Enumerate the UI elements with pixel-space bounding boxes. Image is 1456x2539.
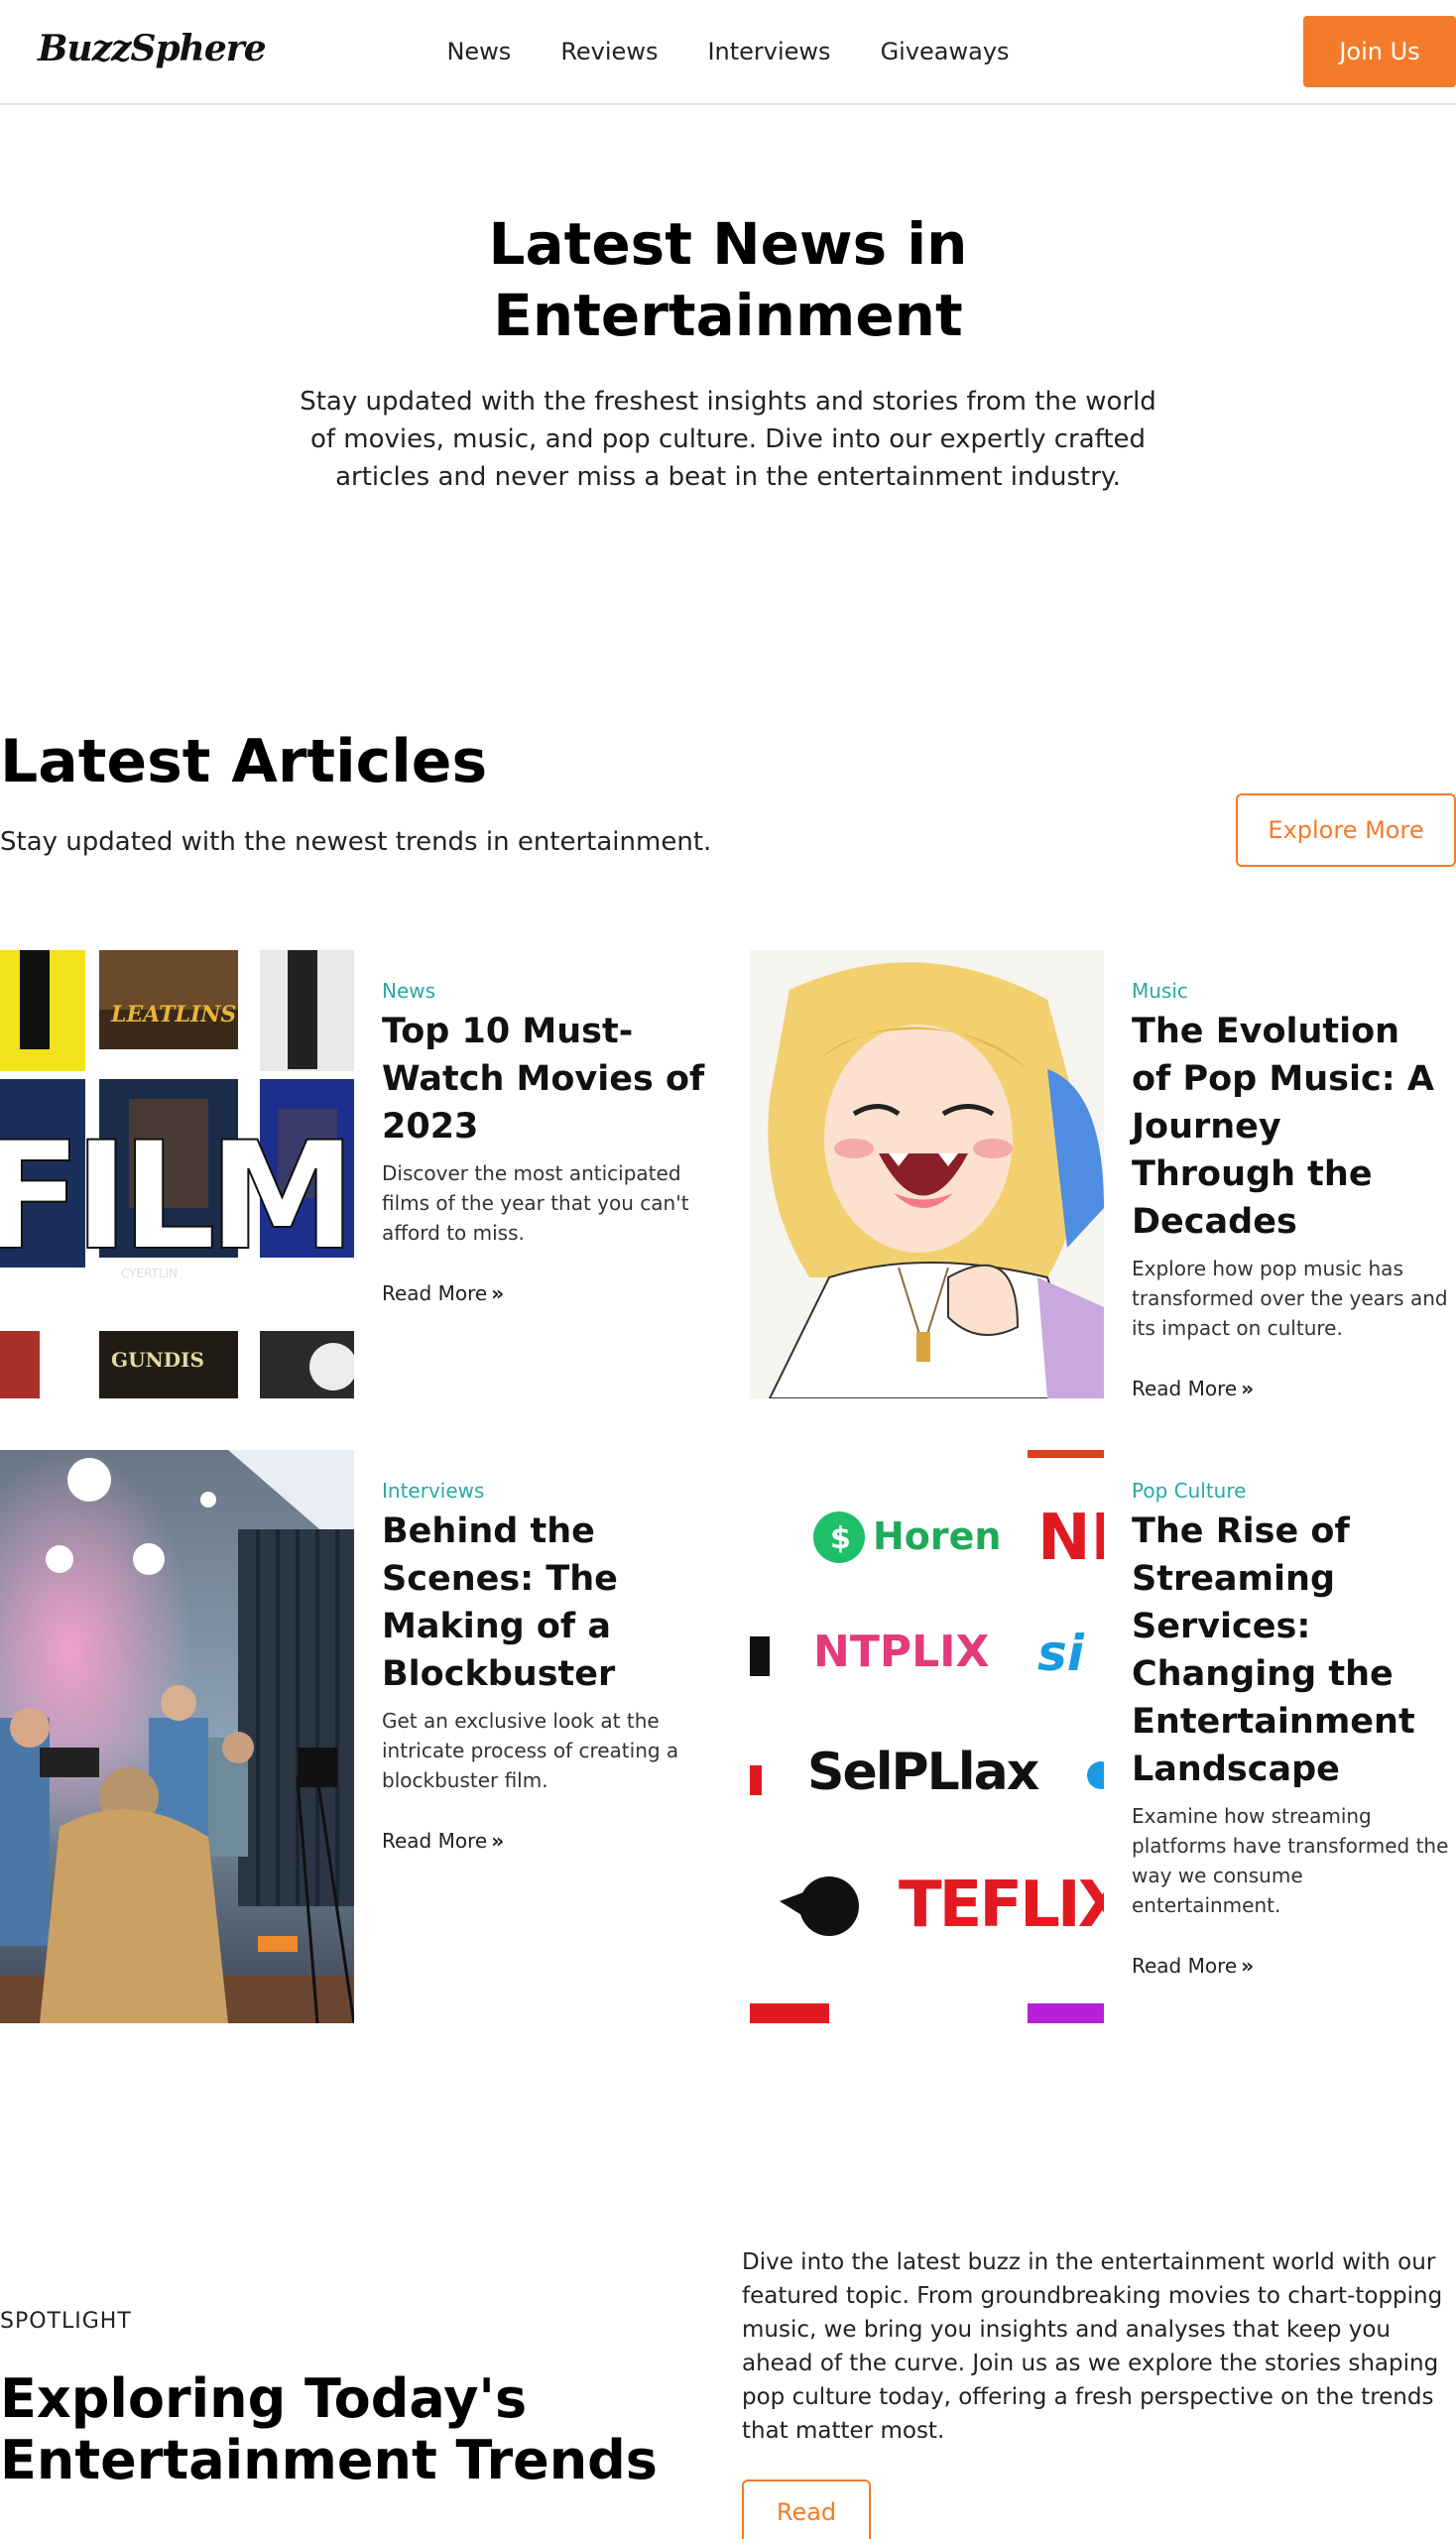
read-more-link[interactable]: Read More» [382, 1281, 504, 1305]
hero-description: Stay updated with the freshest insights … [300, 387, 1156, 492]
article-category[interactable]: News [382, 978, 709, 1004]
read-more-link[interactable]: Read More» [382, 1829, 504, 1853]
article-card-movies: LEATLINS FILMS CYERTLIN GUNDIS News Top … [0, 950, 714, 1398]
article-category[interactable]: Music [1132, 978, 1449, 1004]
svg-text:$: $ [830, 1521, 851, 1556]
nav-item-interviews[interactable]: Interviews [682, 38, 855, 65]
spotlight-label: SPOTLIGHT [0, 2309, 132, 2334]
logo-text-5: NE [1037, 1502, 1104, 1575]
double-chevron-right-icon: » [491, 1829, 505, 1853]
article-image-interviews[interactable] [0, 1450, 354, 2023]
double-chevron-right-icon: » [1241, 1954, 1255, 1978]
article-category[interactable]: Interviews [382, 1478, 709, 1504]
article-title[interactable]: Top 10 Must-Watch Movies of 2023 [382, 1008, 709, 1150]
site-header: BuzzSphere News Reviews Interviews Givea… [0, 0, 1456, 105]
article-body: News Top 10 Must-Watch Movies of 2023 Di… [382, 978, 709, 1305]
article-card-music: Music The Evolution of Pop Music: A Jour… [750, 950, 1456, 1400]
latest-articles-subtitle: Stay updated with the newest trends in e… [0, 827, 712, 857]
article-body: Pop Culture The Rise of Streaming Servic… [1132, 1478, 1456, 1978]
nav-item-news[interactable]: News [422, 38, 536, 65]
article-title[interactable]: Behind the Scenes: The Making of a Block… [382, 1508, 709, 1698]
read-more-link[interactable]: Read More» [1132, 1954, 1254, 1978]
article-category[interactable]: Pop Culture [1132, 1478, 1456, 1504]
logo-text-6: si [1037, 1625, 1085, 1682]
article-image-music[interactable] [750, 950, 1104, 1398]
hero-title: Latest News in Entertainment [488, 210, 968, 349]
article-body: Interviews Behind the Scenes: The Making… [382, 1478, 709, 1853]
anime-girl-image [750, 950, 1104, 1398]
join-us-button[interactable]: Join Us [1303, 16, 1456, 87]
latest-articles-title: Latest Articles [0, 727, 488, 796]
article-description: Get an exclusive look at the intricate p… [382, 1709, 679, 1792]
article-title[interactable]: The Rise of Streaming Services: Changing… [1132, 1508, 1456, 1793]
poster-text-2: GUNDIS [111, 1348, 204, 1372]
hero-section: Latest News in Entertainment Stay update… [0, 208, 1456, 496]
article-title[interactable]: The Evolution of Pop Music: A Journey Th… [1132, 1008, 1449, 1246]
spotlight-read-button[interactable]: Read [742, 2479, 871, 2539]
nav-item-giveaways[interactable]: Giveaways [856, 38, 1034, 65]
poster-text-1: LEATLINS [110, 1002, 236, 1028]
article-card-pop-culture: $ Horen NE NTPLIX si SelPLlax TEFLIX Pop… [750, 1450, 1456, 2023]
article-description: Examine how streaming platforms have tra… [1132, 1804, 1449, 1917]
logo-text-1: Horen [873, 1514, 1001, 1558]
read-more-link[interactable]: Read More» [1132, 1377, 1254, 1400]
explore-more-button[interactable]: Explore More [1236, 793, 1456, 867]
logo-text-2: NTPLIX [813, 1627, 989, 1677]
article-description: Explore how pop music has transformed ov… [1132, 1257, 1448, 1340]
poster-text-films: FILMS [0, 1111, 354, 1283]
film-set-image [0, 1450, 354, 2023]
spotlight-title: Exploring Today's Entertainment Trends [0, 2367, 658, 2491]
article-description: Discover the most anticipated films of t… [382, 1161, 689, 1245]
spotlight-description: Dive into the latest buzz in the enterta… [742, 2249, 1443, 2444]
double-chevron-right-icon: » [1241, 1377, 1255, 1400]
poster-text-3: CYERTLIN [121, 1267, 178, 1280]
streaming-logos-image: $ Horen NE NTPLIX si SelPLlax TEFLIX [750, 1450, 1104, 2023]
site-logo[interactable]: BuzzSphere [38, 28, 267, 69]
article-image-movies[interactable]: LEATLINS FILMS CYERTLIN GUNDIS [0, 950, 354, 1398]
logo-text-4: TEFLIX [899, 1869, 1104, 1942]
double-chevron-right-icon: » [491, 1281, 505, 1305]
movie-posters-image: LEATLINS FILMS CYERTLIN GUNDIS [0, 950, 354, 1398]
nav-item-reviews[interactable]: Reviews [536, 38, 682, 65]
article-card-interviews: Interviews Behind the Scenes: The Making… [0, 1450, 714, 2023]
article-image-pop-culture[interactable]: $ Horen NE NTPLIX si SelPLlax TEFLIX [750, 1450, 1104, 2023]
article-body: Music The Evolution of Pop Music: A Jour… [1132, 978, 1449, 1400]
logo-text-3: SelPLlax [807, 1743, 1039, 1802]
